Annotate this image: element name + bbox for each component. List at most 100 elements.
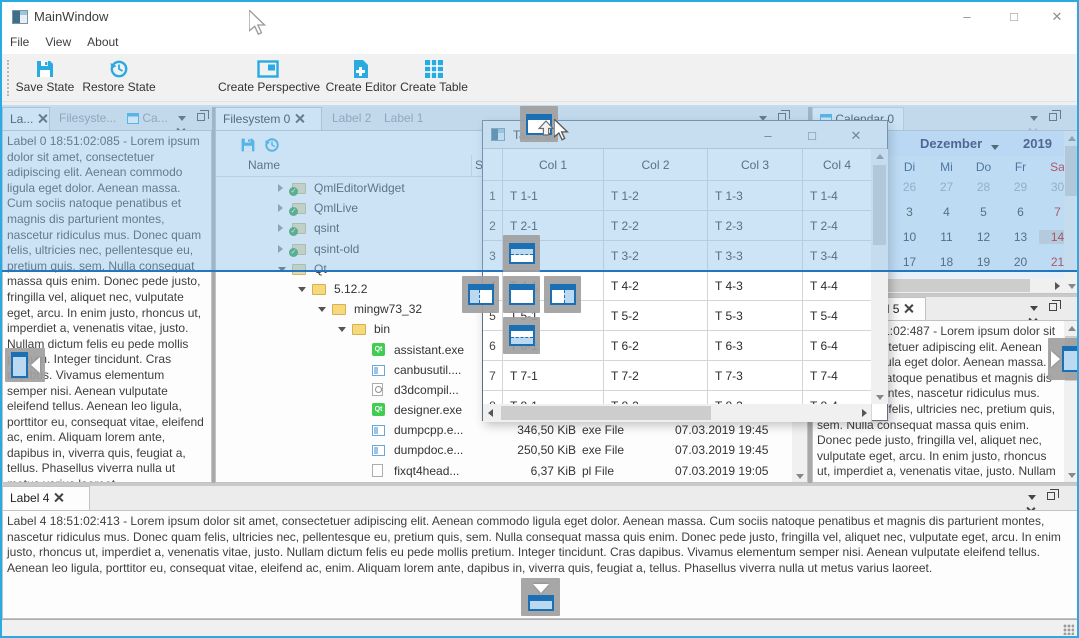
drop-indicator-edge-bottom[interactable] [521,578,560,616]
calendar-day[interactable]: 12 [965,230,1002,244]
scroll-up-icon[interactable] [871,149,888,163]
drop-indicator-split-right[interactable] [544,276,581,313]
calendar-day[interactable]: 6 [1002,205,1039,219]
maximize-button[interactable]: □ [999,6,1029,28]
table-cell[interactable]: T 5-2 [604,301,708,331]
table-cell[interactable]: T 7-2 [604,361,708,391]
calendar-day[interactable]: 18 [928,255,965,269]
menu-file[interactable]: File [2,32,37,52]
row-number[interactable]: 3 [483,241,503,271]
table-cell[interactable]: T 4-2 [604,271,708,301]
menu-view[interactable]: View [37,32,79,52]
column-header[interactable]: Col 4 [803,149,872,181]
calendar-month[interactable]: Dezember [920,136,982,151]
float-icon[interactable] [194,111,211,126]
toolbar-handle[interactable] [7,60,10,96]
table-cell[interactable]: T 5-3 [708,301,803,331]
drop-indicator-split-left[interactable] [462,276,499,313]
scroll-down-icon[interactable] [792,469,807,483]
table-cell[interactable]: T 3-4 [803,241,872,271]
scrollbar-thumb[interactable] [501,406,711,420]
chevron-down-icon[interactable] [278,267,286,272]
table-cell[interactable]: T 3-2 [604,241,708,271]
table-cell[interactable]: T 4-4 [803,271,872,301]
drop-indicator-edge-left[interactable] [5,348,45,382]
table-cell[interactable]: T 7-3 [708,361,803,391]
scroll-down-icon[interactable] [1064,279,1079,293]
calendar-day[interactable]: 19 [965,255,1002,269]
restore-state-button[interactable]: Restore State [82,57,156,99]
table-cell[interactable]: T 2-2 [604,211,708,241]
calendar-year[interactable]: 2019 [1023,136,1052,151]
scrollbar-thumb[interactable] [873,165,886,245]
panel-menu-icon[interactable] [1026,111,1043,126]
table-cell[interactable]: T 1-4 [803,181,872,211]
table-corner[interactable] [483,149,503,181]
drop-indicator-split-top[interactable] [503,235,540,272]
calendar-day[interactable]: 11 [928,230,965,244]
create-perspective-button[interactable]: Create Perspective [218,57,318,99]
table-cell[interactable]: T 1-3 [708,181,803,211]
close-button[interactable]: ✕ [1042,6,1072,28]
panel-menu-icon[interactable] [1026,301,1043,316]
close-button[interactable]: ✕ [843,125,869,147]
scroll-up-icon[interactable] [1064,131,1079,145]
calendar-day[interactable]: 17 [891,255,928,269]
float-icon[interactable] [1046,111,1063,126]
tab-calendar1[interactable]: Ca... [120,107,172,130]
table-cell[interactable]: T 5-4 [803,301,872,331]
column-divider[interactable] [471,155,472,177]
calendar-day[interactable]: 28 [965,180,1002,194]
table-cell[interactable]: T 2-3 [708,211,803,241]
table-hscrollbar[interactable] [483,404,871,422]
floating-table-window[interactable]: Table 0 – □ ✕ Col 1Col 2Col 3Col 41T 1-1… [482,120,888,421]
table-cell[interactable]: T 4-3 [708,271,803,301]
column-header[interactable]: Col 3 [708,149,803,181]
table-cell[interactable]: T 3-3 [708,241,803,271]
name-column-header[interactable]: Name [248,158,280,172]
restore-icon[interactable] [264,137,280,153]
row-number[interactable]: 6 [483,331,503,361]
scroll-right-icon[interactable] [1050,278,1064,293]
create-editor-button[interactable]: Create Editor [324,57,398,99]
table-cell[interactable]: T 7-1 [503,361,604,391]
title-bar[interactable]: MainWindow – □ ✕ [2,2,1077,32]
table-cell[interactable]: T 6-3 [708,331,803,361]
tab-label0[interactable]: La... [2,107,50,130]
column-header[interactable]: Col 2 [604,149,708,181]
resize-grip-icon[interactable] [1063,624,1074,635]
tree-row[interactable]: dumpdoc.e...250,50 KiBexe File07.03.2019… [216,440,807,460]
save-icon[interactable] [240,137,256,153]
table-cell[interactable]: T 1-1 [503,181,604,211]
calendar-day[interactable]: 4 [928,205,965,219]
calendar-day[interactable]: 13 [1002,230,1039,244]
tab-filesystem0[interactable]: Filesystem 0 [215,107,322,130]
drop-indicator-center-tab[interactable] [503,276,540,313]
tab-label1[interactable]: Label 1 [377,107,427,130]
table-cell[interactable]: T 7-4 [803,361,872,391]
drop-indicator-edge-right[interactable] [1048,338,1079,380]
row-number[interactable]: 7 [483,361,503,391]
scroll-down-icon[interactable] [871,390,888,404]
close-icon[interactable] [904,304,913,313]
column-header[interactable]: Col 1 [503,149,604,181]
scroll-right-icon[interactable] [857,404,871,422]
tab-label4[interactable]: Label 4 [2,486,90,510]
scroll-down-icon[interactable] [1064,468,1079,482]
scrollbar-thumb[interactable] [1065,146,1079,196]
menu-about[interactable]: About [79,32,126,52]
tree-row[interactable]: fixqt4head...6,37 KiBpl File07.03.2019 1… [216,461,807,481]
calendar-day[interactable]: 10 [891,230,928,244]
tree-row[interactable]: dumpcpp.e...346,50 KiBexe File07.03.2019… [216,420,807,440]
scroll-left-icon[interactable] [483,404,497,422]
save-state-button[interactable]: Save State [14,57,76,99]
float-icon[interactable] [1044,490,1061,505]
table-cell[interactable]: T 6-4 [803,331,872,361]
chevron-down-icon[interactable] [298,287,306,292]
panel-menu-icon[interactable] [1024,490,1041,505]
calendar-day[interactable]: 27 [928,180,965,194]
close-icon[interactable] [38,114,47,123]
chevron-down-icon[interactable] [338,327,346,332]
drop-indicator-split-bottom[interactable] [503,317,540,354]
minimize-button[interactable]: – [755,125,781,147]
